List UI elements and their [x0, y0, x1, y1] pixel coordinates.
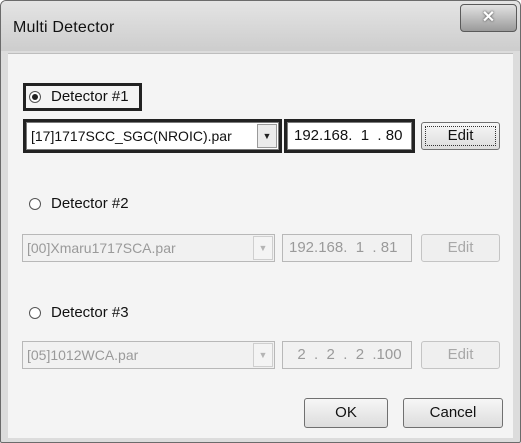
multi-detector-dialog: Multi Detector ✕ Detector #1 [17]1717SCC… [0, 0, 521, 443]
focus-rect [425, 126, 496, 146]
detector-2-profile-select[interactable]: [00]Xmaru1717SCA.par ▼ [22, 234, 275, 262]
ok-button[interactable]: OK [304, 398, 388, 428]
detector-2-radio[interactable]: Detector #2 [29, 195, 129, 212]
detector-1-profile-select[interactable]: [17]1717SCC_SGC(NROIC).par ▼ [26, 122, 279, 150]
cancel-label: Cancel [429, 404, 477, 421]
detector-2-edit-label: Edit [447, 239, 474, 256]
detector-3-edit-button[interactable]: Edit [421, 341, 500, 369]
detector-1-label: Detector #1 [51, 88, 129, 105]
close-button[interactable]: ✕ [460, 4, 517, 32]
detector-2-edit-button[interactable]: Edit [421, 234, 500, 262]
title-bar: Multi Detector ✕ [1, 1, 520, 51]
detector-2-ip-field[interactable]: 192.168. 1 . 81 [282, 234, 412, 262]
detector-3-ip-field[interactable]: 2 . 2 . 2 .100 [282, 341, 412, 369]
detector-2-label: Detector #2 [51, 195, 129, 212]
chevron-down-icon[interactable]: ▼ [253, 236, 273, 260]
detector-1-profile-value: [17]1717SCC_SGC(NROIC).par [31, 128, 232, 144]
chevron-down-icon[interactable]: ▼ [253, 343, 273, 367]
radio-selected-icon [29, 90, 41, 103]
cancel-button[interactable]: Cancel [403, 398, 503, 428]
detector-1-edit-button[interactable]: Edit [421, 122, 500, 150]
radio-unselected-icon [29, 306, 41, 319]
detector-1-ip-field[interactable]: 192.168. 1 . 80 [287, 122, 412, 150]
detector-3-edit-label: Edit [447, 346, 474, 363]
detector-2-profile-value: [00]Xmaru1717SCA.par [27, 240, 176, 256]
chevron-down-icon[interactable]: ▼ [257, 124, 277, 148]
radio-unselected-icon [29, 197, 41, 210]
detector-1-radio[interactable]: Detector #1 [29, 88, 129, 105]
window-title: Multi Detector [13, 19, 115, 36]
dialog-body: Detector #1 [17]1717SCC_SGC(NROIC).par ▼… [8, 53, 513, 438]
detector-3-label: Detector #3 [51, 304, 129, 321]
detector-3-profile-select[interactable]: [05]1012WCA.par ▼ [22, 341, 275, 369]
close-icon: ✕ [481, 9, 496, 26]
ok-label: OK [335, 404, 357, 421]
detector-3-profile-value: [05]1012WCA.par [27, 347, 139, 363]
detector-3-radio[interactable]: Detector #3 [29, 304, 129, 321]
